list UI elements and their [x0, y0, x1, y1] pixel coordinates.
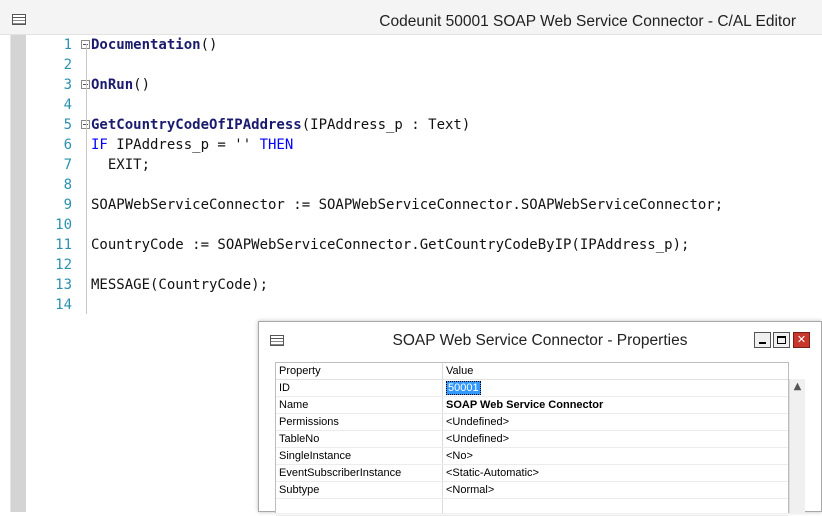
property-name: ID — [279, 382, 290, 394]
properties-titlebar[interactable]: SOAP Web Service Connector - Properties … — [259, 322, 821, 359]
editor-title: Codeunit 50001 SOAP Web Service Connecto… — [379, 13, 796, 30]
code-token: () — [200, 37, 218, 53]
property-name: Permissions — [279, 416, 339, 428]
trigger-name: Documentation — [91, 37, 201, 53]
line-number: 10 — [55, 217, 72, 233]
line-number: 2 — [63, 57, 72, 73]
code-token: (IPAddress_p : Text) — [301, 117, 471, 133]
code-text: CountryCode := SOAPWebServiceConnector.G… — [91, 235, 689, 255]
property-name: Subtype — [279, 484, 320, 496]
property-value[interactable]: <Undefined> — [446, 433, 509, 445]
code-line[interactable]: 12 — [26, 255, 822, 275]
code-line[interactable]: 10 — [26, 215, 822, 235]
code-line[interactable]: 9 SOAPWebServiceConnector := SOAPWebServi… — [26, 195, 822, 215]
window-icon[interactable] — [12, 14, 26, 25]
code-token: CountryCode := SOAPWebServiceConnector.G… — [91, 237, 690, 253]
line-number: 1 — [63, 37, 72, 53]
code-line[interactable]: 8 — [26, 175, 822, 195]
line-number: 14 — [55, 297, 72, 313]
code-token: () — [133, 77, 151, 93]
property-name: TableNo — [279, 433, 320, 445]
close-icon: ✕ — [796, 333, 807, 346]
property-row[interactable]: Name SOAP Web Service Connector — [276, 397, 788, 414]
property-row[interactable]: Permissions <Undefined> — [276, 414, 788, 431]
code-text: MESSAGE(CountryCode); — [91, 275, 268, 295]
code-line[interactable]: 6 IF IPAddress_p = '' THEN — [26, 135, 822, 155]
code-line[interactable]: 13 MESSAGE(CountryCode); — [26, 275, 822, 295]
property-row[interactable]: TableNo <Undefined> — [276, 431, 788, 448]
editor-titlebar: Codeunit 50001 SOAP Web Service Connecto… — [0, 0, 822, 35]
code-line[interactable]: 1 Documentation() — [26, 35, 822, 55]
property-value[interactable]: 50001 — [446, 381, 481, 395]
property-value[interactable]: <No> — [446, 450, 473, 462]
property-row[interactable]: SingleInstance <No> — [276, 448, 788, 465]
keyword-token: THEN — [259, 137, 294, 153]
code-text: GetCountryCodeOfIPAddress(IPAddress_p : … — [91, 115, 470, 135]
code-line[interactable]: 3 OnRun() — [26, 75, 822, 95]
code-line[interactable]: 5 GetCountryCodeOfIPAddress(IPAddress_p :… — [26, 115, 822, 135]
property-value[interactable]: <Normal> — [446, 484, 494, 496]
properties-grid: Property Value ID 50001 Name SOAP Web Servi… — [275, 362, 789, 516]
line-number: 12 — [55, 257, 72, 273]
line-number: 6 — [63, 137, 72, 153]
property-row[interactable]: ID 50001 — [276, 380, 788, 397]
code-text: Documentation() — [91, 35, 217, 55]
code-line[interactable]: 14 — [26, 295, 822, 315]
vertical-scrollbar[interactable]: ▲ — [789, 379, 805, 513]
line-number: 5 — [63, 117, 72, 133]
property-row[interactable]: EventSubscriberInstance <Static-Automatic… — [276, 465, 788, 482]
trigger-name: GetCountryCodeOfIPAddress — [91, 117, 302, 133]
code-text: OnRun() — [91, 75, 150, 95]
line-number: 11 — [55, 237, 72, 253]
line-number: 8 — [63, 177, 72, 193]
scroll-up-icon[interactable]: ▲ — [790, 379, 805, 395]
property-row[interactable] — [276, 499, 788, 516]
code-line[interactable]: 2 — [26, 55, 822, 75]
property-value[interactable]: <Undefined> — [446, 416, 509, 428]
code-line[interactable]: 4 — [26, 95, 822, 115]
code-token: EXIT; — [91, 157, 151, 173]
close-button[interactable]: ✕ — [793, 332, 810, 348]
fold-guide-line — [86, 44, 87, 314]
maximize-button[interactable] — [773, 332, 790, 348]
line-number: 4 — [63, 97, 72, 113]
column-header-property[interactable]: Property — [279, 365, 321, 377]
line-number: 13 — [55, 277, 72, 293]
editor-gutter — [11, 35, 26, 512]
code-line[interactable]: 7 EXIT; — [26, 155, 822, 175]
line-number: 9 — [63, 197, 72, 213]
properties-title: SOAP Web Service Connector - Properties — [392, 332, 688, 349]
code-line[interactable]: 11 CountryCode := SOAPWebServiceConnector… — [26, 235, 822, 255]
minimize-button[interactable] — [754, 332, 771, 348]
code-token: SOAPWebServiceConnector := SOAPWebServic… — [91, 197, 724, 213]
code-token: IPAddress_p = '' — [107, 137, 260, 153]
property-value[interactable]: SOAP Web Service Connector — [446, 399, 603, 411]
code-token: MESSAGE(CountryCode); — [91, 277, 269, 293]
code-text: SOAPWebServiceConnector := SOAPWebServic… — [91, 195, 723, 215]
line-number: 7 — [63, 157, 72, 173]
property-row[interactable]: Subtype <Normal> — [276, 482, 788, 499]
property-value[interactable]: <Static-Automatic> — [446, 467, 539, 479]
property-name: SingleInstance — [279, 450, 352, 462]
property-name: Name — [279, 399, 309, 411]
left-margin — [0, 35, 11, 512]
keyword-token: IF — [91, 137, 108, 153]
property-name: EventSubscriberInstance — [279, 467, 402, 479]
line-number: 3 — [63, 77, 72, 93]
trigger-name: OnRun — [91, 77, 134, 93]
code-text: EXIT; — [91, 155, 150, 175]
code-text: IF IPAddress_p = '' THEN — [91, 135, 293, 155]
grid-header: Property Value — [276, 363, 788, 380]
properties-window: SOAP Web Service Connector - Properties … — [258, 321, 822, 516]
column-header-value[interactable]: Value — [446, 365, 473, 377]
